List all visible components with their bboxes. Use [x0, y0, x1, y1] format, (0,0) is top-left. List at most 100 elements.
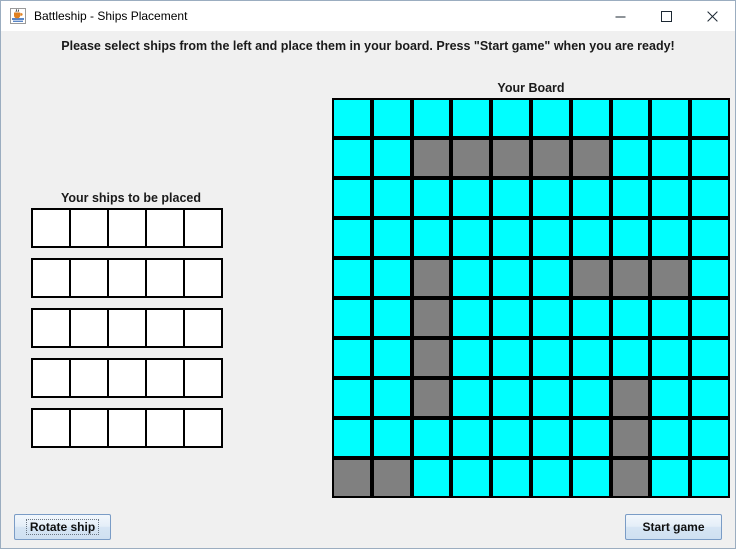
board-cell-water[interactable] — [451, 258, 492, 298]
board-cell-water[interactable] — [570, 418, 611, 458]
board-cell-water[interactable] — [491, 338, 531, 378]
rotate-ship-button[interactable]: Rotate ship — [14, 514, 111, 540]
board-cell-water[interactable] — [650, 378, 691, 418]
board-cell-water[interactable] — [411, 218, 452, 258]
board-cell-ship[interactable] — [570, 138, 611, 178]
board-cell-water[interactable] — [650, 218, 691, 258]
ship-cell[interactable] — [183, 208, 223, 248]
board-cell-water[interactable] — [491, 298, 531, 338]
ship-cell[interactable] — [145, 408, 185, 448]
board-cell-water[interactable] — [570, 458, 611, 498]
board-cell-water[interactable] — [332, 378, 372, 418]
ship-cell[interactable] — [145, 358, 185, 398]
board-cell-water[interactable] — [690, 258, 730, 298]
board-cell-water[interactable] — [332, 218, 372, 258]
ship-cell[interactable] — [107, 358, 147, 398]
board-cell-ship[interactable] — [411, 338, 452, 378]
board-cell-ship[interactable] — [570, 258, 611, 298]
board-cell-water[interactable] — [491, 378, 531, 418]
board-cell-ship[interactable] — [610, 458, 651, 498]
board-cell-water[interactable] — [371, 98, 412, 138]
ship-cell[interactable] — [31, 258, 71, 298]
board-cell-water[interactable] — [570, 98, 611, 138]
board-cell-ship[interactable] — [451, 138, 492, 178]
ship-cell[interactable] — [69, 358, 109, 398]
board-cell-water[interactable] — [650, 98, 691, 138]
ship-cell[interactable] — [107, 408, 147, 448]
ship-cell[interactable] — [183, 358, 223, 398]
board-cell-water[interactable] — [371, 338, 412, 378]
board-cell-ship[interactable] — [411, 138, 452, 178]
board-cell-water[interactable] — [530, 298, 571, 338]
board-cell-water[interactable] — [451, 458, 492, 498]
board-cell-water[interactable] — [491, 178, 531, 218]
board-cell-ship[interactable] — [610, 378, 651, 418]
board-cell-water[interactable] — [491, 98, 531, 138]
ship-row[interactable] — [31, 308, 223, 348]
board-cell-water[interactable] — [411, 458, 452, 498]
board-cell-water[interactable] — [570, 178, 611, 218]
board-cell-water[interactable] — [690, 138, 730, 178]
board-cell-water[interactable] — [530, 258, 571, 298]
ship-cell[interactable] — [107, 308, 147, 348]
ship-row[interactable] — [31, 358, 223, 398]
board-cell-water[interactable] — [570, 338, 611, 378]
board-cell-ship[interactable] — [411, 378, 452, 418]
ship-cell[interactable] — [145, 208, 185, 248]
board-cell-water[interactable] — [530, 378, 571, 418]
board-cell-ship[interactable] — [411, 298, 452, 338]
board-cell-water[interactable] — [690, 218, 730, 258]
board-cell-water[interactable] — [332, 338, 372, 378]
board-cell-water[interactable] — [411, 98, 452, 138]
ship-cell[interactable] — [31, 308, 71, 348]
board-cell-water[interactable] — [570, 298, 611, 338]
board-cell-water[interactable] — [491, 218, 531, 258]
board-cell-water[interactable] — [332, 258, 372, 298]
ships-to-be-placed-panel[interactable] — [31, 208, 223, 458]
board-cell-ship[interactable] — [610, 418, 651, 458]
board-cell-water[interactable] — [690, 338, 730, 378]
board-cell-water[interactable] — [332, 418, 372, 458]
board-cell-water[interactable] — [690, 418, 730, 458]
board-cell-water[interactable] — [650, 298, 691, 338]
board-cell-water[interactable] — [371, 378, 412, 418]
board-cell-water[interactable] — [491, 458, 531, 498]
board-cell-water[interactable] — [371, 178, 412, 218]
board-cell-water[interactable] — [371, 138, 412, 178]
board-cell-ship[interactable] — [332, 458, 372, 498]
ship-cell[interactable] — [69, 258, 109, 298]
maximize-button[interactable] — [643, 1, 689, 31]
board-cell-water[interactable] — [451, 178, 492, 218]
board-cell-water[interactable] — [530, 178, 571, 218]
board-cell-water[interactable] — [451, 98, 492, 138]
ship-cell[interactable] — [145, 308, 185, 348]
board-cell-water[interactable] — [451, 378, 492, 418]
board-cell-water[interactable] — [610, 298, 651, 338]
board-cell-water[interactable] — [650, 458, 691, 498]
board-cell-water[interactable] — [451, 338, 492, 378]
board-cell-water[interactable] — [610, 98, 651, 138]
ship-cell[interactable] — [69, 308, 109, 348]
ship-row[interactable] — [31, 208, 223, 248]
board-cell-water[interactable] — [371, 218, 412, 258]
board-cell-ship[interactable] — [371, 458, 412, 498]
ship-cell[interactable] — [31, 358, 71, 398]
ship-cell[interactable] — [69, 208, 109, 248]
ship-cell[interactable] — [31, 208, 71, 248]
board-cell-water[interactable] — [650, 338, 691, 378]
board-cell-water[interactable] — [371, 258, 412, 298]
board-cell-water[interactable] — [451, 298, 492, 338]
board-cell-water[interactable] — [332, 98, 372, 138]
close-button[interactable] — [689, 1, 735, 31]
ship-cell[interactable] — [183, 408, 223, 448]
ship-cell[interactable] — [183, 258, 223, 298]
board-cell-water[interactable] — [332, 178, 372, 218]
ship-row[interactable] — [31, 408, 223, 448]
board-cell-water[interactable] — [411, 418, 452, 458]
board-cell-ship[interactable] — [411, 258, 452, 298]
ship-cell[interactable] — [107, 208, 147, 248]
board-cell-water[interactable] — [650, 138, 691, 178]
board-cell-water[interactable] — [451, 418, 492, 458]
board-cell-water[interactable] — [451, 218, 492, 258]
ship-cell[interactable] — [107, 258, 147, 298]
